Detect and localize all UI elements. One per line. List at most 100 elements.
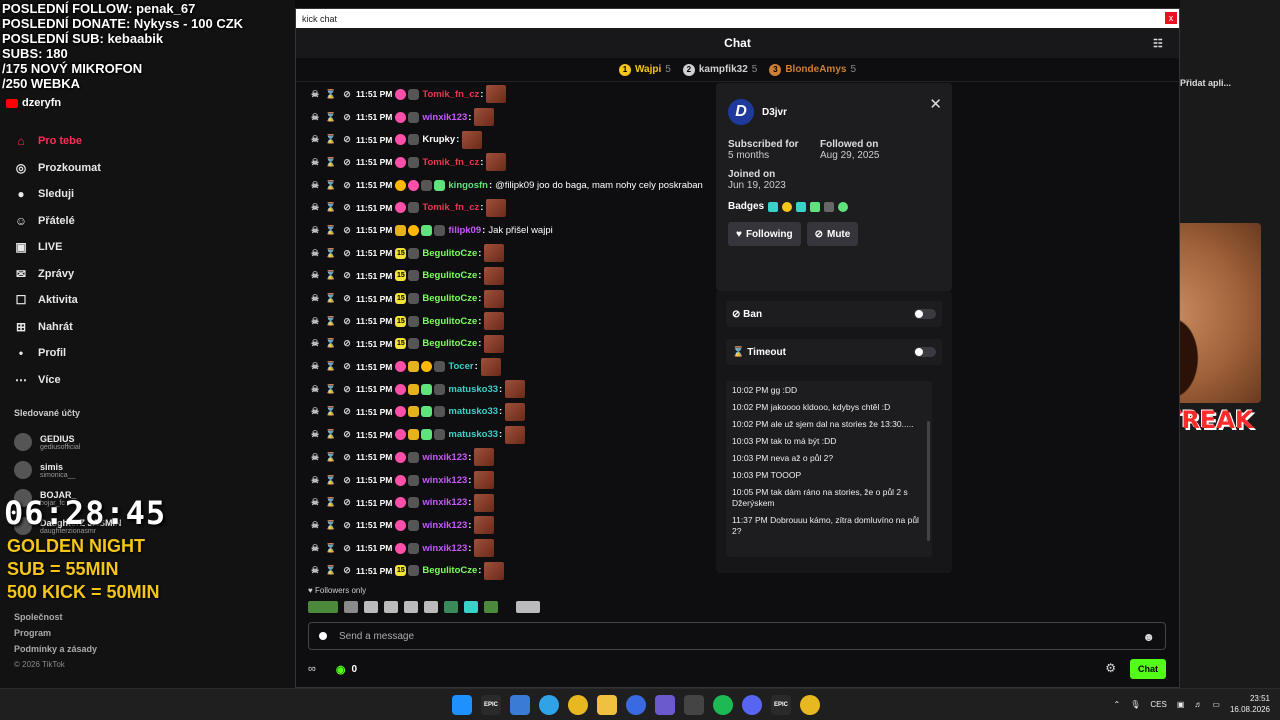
delete-icon[interactable]: ☠ bbox=[308, 338, 322, 349]
ban-icon[interactable]: ⊘ bbox=[340, 293, 354, 304]
message-username[interactable]: Tomik_fn_cz bbox=[422, 89, 479, 100]
ban-icon[interactable]: ⊘ bbox=[340, 429, 354, 440]
ban-icon[interactable]: ⊘ bbox=[340, 361, 354, 372]
delete-icon[interactable]: ☠ bbox=[308, 202, 322, 213]
obs-icon[interactable] bbox=[684, 695, 704, 715]
followed-account[interactable]: simis simonica__ bbox=[14, 456, 122, 484]
ban-icon[interactable]: ⊘ bbox=[340, 338, 354, 349]
hourglass-icon[interactable]: ⌛ bbox=[324, 225, 338, 236]
clock[interactable]: 23:51 16.08.2026 bbox=[1230, 693, 1270, 715]
ban-icon[interactable]: ⊘ bbox=[340, 134, 354, 145]
delete-icon[interactable]: ☠ bbox=[308, 270, 322, 281]
message-username[interactable]: BegulitoCze bbox=[422, 338, 477, 349]
delete-icon[interactable]: ☠ bbox=[308, 225, 322, 236]
hourglass-icon[interactable]: ⌛ bbox=[324, 248, 338, 259]
ban-icon[interactable]: ⊘ bbox=[340, 89, 354, 100]
delete-icon[interactable]: ☠ bbox=[308, 452, 322, 463]
microphone-icon[interactable]: 🎙 bbox=[1130, 700, 1140, 709]
network-icon[interactable]: ▣ bbox=[1177, 700, 1185, 709]
ban-icon[interactable]: ⊘ bbox=[340, 248, 354, 259]
hourglass-icon[interactable]: ⌛ bbox=[324, 89, 338, 100]
ban-icon[interactable]: ⊘ bbox=[340, 520, 354, 531]
following-button[interactable]: ♥ Following bbox=[728, 222, 801, 246]
message-history[interactable]: 10:02 PM gg :DD 10:02 PM jakoooo kldooo, … bbox=[726, 381, 932, 557]
hourglass-icon[interactable]: ⌛ bbox=[324, 497, 338, 508]
delete-icon[interactable]: ☠ bbox=[308, 406, 322, 417]
ban-icon[interactable]: ⊘ bbox=[340, 565, 354, 576]
app-icon[interactable] bbox=[626, 695, 646, 715]
hourglass-icon[interactable]: ⌛ bbox=[324, 112, 338, 123]
top-gifter[interactable]: 2 kampfik32 5 bbox=[682, 63, 757, 76]
sidebar-item-compass[interactable]: ◎ Prozkoumat bbox=[14, 155, 284, 182]
message-username[interactable]: BegulitoCze bbox=[422, 293, 477, 304]
hourglass-icon[interactable]: ⌛ bbox=[324, 338, 338, 349]
window-titlebar[interactable]: kick chat x bbox=[296, 9, 1179, 28]
ban-icon[interactable]: ⊘ bbox=[340, 316, 354, 327]
message-username[interactable]: filipk09 bbox=[448, 225, 481, 236]
delete-icon[interactable]: ☠ bbox=[308, 497, 322, 508]
hourglass-icon[interactable]: ⌛ bbox=[324, 429, 338, 440]
delete-icon[interactable]: ☠ bbox=[308, 361, 322, 372]
footer-link-program[interactable]: Program bbox=[14, 628, 97, 644]
hourglass-icon[interactable]: ⌛ bbox=[324, 543, 338, 554]
chevron-up-icon[interactable]: ⌃ bbox=[1114, 700, 1121, 709]
chrome-icon[interactable] bbox=[800, 695, 820, 715]
hourglass-icon[interactable]: ⌛ bbox=[324, 202, 338, 213]
ban-icon[interactable]: ⊘ bbox=[340, 225, 354, 236]
sidebar-item-message[interactable]: ✉ Zprávy bbox=[14, 261, 284, 288]
gear-icon[interactable]: ⚙ bbox=[1105, 661, 1116, 675]
delete-icon[interactable]: ☠ bbox=[308, 248, 322, 259]
delete-icon[interactable]: ☠ bbox=[308, 384, 322, 395]
delete-icon[interactable]: ☠ bbox=[308, 520, 322, 531]
emote-button[interactable] bbox=[464, 601, 478, 613]
delete-icon[interactable]: ☠ bbox=[308, 112, 322, 123]
sidebar-item-more[interactable]: ⋯ Více bbox=[14, 367, 284, 394]
hourglass-icon[interactable]: ⌛ bbox=[324, 452, 338, 463]
message-username[interactable]: matusko33 bbox=[448, 406, 498, 417]
hourglass-icon[interactable]: ⌛ bbox=[324, 134, 338, 145]
ban-icon[interactable]: ⊘ bbox=[340, 384, 354, 395]
chrome-icon[interactable] bbox=[568, 695, 588, 715]
sidebar-item-activity[interactable]: ☐ Aktivita bbox=[14, 287, 284, 314]
close-icon[interactable]: ✕ bbox=[929, 95, 942, 113]
delete-icon[interactable]: ☠ bbox=[308, 134, 322, 145]
delete-icon[interactable]: ☠ bbox=[308, 293, 322, 304]
emote-button[interactable] bbox=[308, 601, 338, 613]
message-username[interactable]: matusko33 bbox=[448, 429, 498, 440]
top-gifter[interactable]: 1 Wajpi 5 bbox=[618, 63, 671, 76]
ban-icon[interactable]: ⊘ bbox=[340, 202, 354, 213]
followed-account[interactable]: GEDIUS gediusofficial bbox=[14, 428, 122, 456]
add-app-button[interactable]: Přidat apli... bbox=[1180, 78, 1231, 88]
ban-icon[interactable]: ⊘ bbox=[340, 452, 354, 463]
spotify-icon[interactable] bbox=[713, 695, 733, 715]
hourglass-icon[interactable]: ⌛ bbox=[324, 565, 338, 576]
hourglass-icon[interactable]: ⌛ bbox=[324, 157, 338, 168]
emote-button[interactable] bbox=[404, 601, 418, 613]
footer-link-terms[interactable]: Podmínky a zásady bbox=[14, 644, 97, 660]
delete-icon[interactable]: ☠ bbox=[308, 180, 322, 191]
hourglass-icon[interactable]: ⌛ bbox=[324, 316, 338, 327]
emote-button[interactable] bbox=[424, 601, 438, 613]
emoji-icon[interactable]: ☻ bbox=[1142, 630, 1155, 644]
message-username[interactable]: kingosfn bbox=[448, 180, 488, 191]
message-username[interactable]: BegulitoCze bbox=[422, 248, 477, 259]
message-username[interactable]: Tocer bbox=[448, 361, 473, 372]
teams-icon[interactable] bbox=[655, 695, 675, 715]
hourglass-icon[interactable]: ⌛ bbox=[324, 475, 338, 486]
delete-icon[interactable]: ☠ bbox=[308, 89, 322, 100]
hourglass-icon[interactable]: ⌛ bbox=[324, 384, 338, 395]
top-gifter[interactable]: 3 BlondeAmys 5 bbox=[769, 63, 856, 76]
sidebar-item-friends[interactable]: ☺ Přátelé bbox=[14, 208, 284, 235]
message-username[interactable]: matusko33 bbox=[448, 384, 498, 395]
discord-icon[interactable] bbox=[742, 695, 762, 715]
mute-button[interactable]: ⊘ Mute bbox=[806, 222, 859, 246]
battery-icon[interactable]: ▭ bbox=[1212, 700, 1220, 709]
hourglass-icon[interactable]: ⌛ bbox=[324, 520, 338, 531]
message-username[interactable]: Krupky bbox=[422, 134, 455, 145]
edge-icon[interactable] bbox=[539, 695, 559, 715]
delete-icon[interactable]: ☠ bbox=[308, 543, 322, 554]
tiktok-user[interactable]: dzeryfn bbox=[6, 97, 61, 109]
sidebar-item-avatar[interactable]: ● Sleduji bbox=[14, 181, 284, 208]
ban-icon[interactable]: ⊘ bbox=[340, 475, 354, 486]
emote-button[interactable] bbox=[516, 601, 540, 613]
